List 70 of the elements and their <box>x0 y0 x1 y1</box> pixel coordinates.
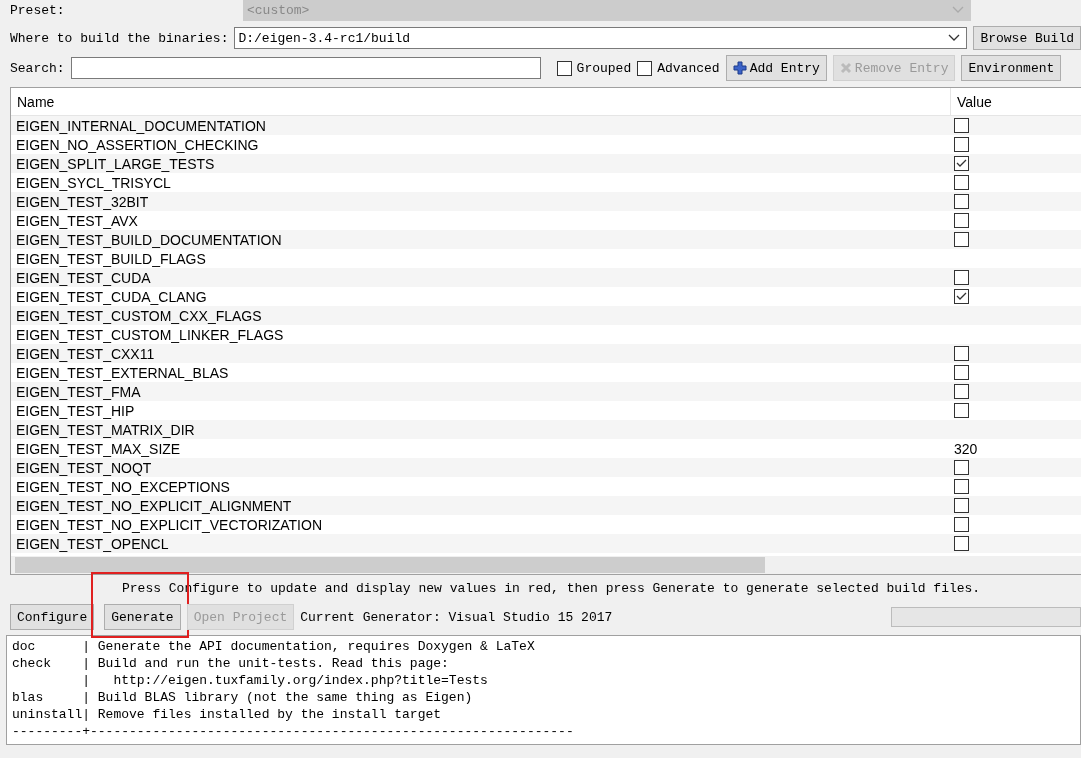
build-dir-label: Where to build the binaries: <box>10 30 229 46</box>
checkbox[interactable] <box>954 346 969 361</box>
plus-icon <box>732 61 747 75</box>
log-line: | http://eigen.tuxfamily.org/index.php?title=Tests <box>81 672 489 689</box>
action-button[interactable]: Configure <box>10 604 95 630</box>
search-label: Search: <box>10 60 65 76</box>
entry-name: EIGEN_TEST_MAX_SIZE <box>16 440 181 457</box>
entry-name: EIGEN_TEST_OPENCL <box>16 535 169 552</box>
checkbox[interactable] <box>954 498 969 513</box>
column-header[interactable]: Value <box>951 88 1071 115</box>
entry-name: EIGEN_TEST_CXX11 <box>16 345 155 362</box>
checkbox[interactable] <box>954 365 969 380</box>
checkbox[interactable] <box>954 479 969 494</box>
checkbox[interactable] <box>954 384 969 399</box>
log-line: ---------+-------------------------------------------------------------- <box>12 723 575 740</box>
checkbox[interactable] <box>954 517 969 532</box>
entry-name: EIGEN_TEST_MATRIX_DIR <box>16 421 195 438</box>
checkbox[interactable] <box>954 156 969 171</box>
column-header[interactable]: Name <box>11 88 951 115</box>
checkbox-label: Grouped <box>576 60 632 76</box>
checkbox[interactable] <box>954 194 969 209</box>
entry-name: EIGEN_TEST_CUDA <box>16 269 151 286</box>
entry-name: EIGEN_SYCL_TRISYCL <box>16 174 171 191</box>
checkbox[interactable] <box>954 213 969 228</box>
entry-name: EIGEN_TEST_EXTERNAL_BLAS <box>16 364 229 381</box>
entry-name: EIGEN_TEST_NO_EXPLICIT_ALIGNMENT <box>16 497 292 514</box>
entry-name: EIGEN_TEST_AVX <box>16 212 138 229</box>
checkbox[interactable] <box>954 175 969 190</box>
action-button[interactable]: Generate <box>104 604 181 630</box>
search-field[interactable] <box>70 57 541 79</box>
entry-name: EIGEN_TEST_CUDA_CLANG <box>16 288 207 305</box>
close-icon <box>839 62 852 74</box>
checkbox[interactable] <box>954 232 969 247</box>
generator-label: Current Generator: Visual Studio 15 2017 <box>300 609 613 625</box>
horizontal-scrollbar[interactable] <box>11 556 1081 574</box>
entry-name: EIGEN_TEST_BUILD_FLAGS <box>16 250 206 267</box>
checkbox-label: Advanced <box>657 60 720 76</box>
entry-name: EIGEN_TEST_CUSTOM_LINKER_FLAGS <box>16 326 284 343</box>
entry-name: EIGEN_TEST_FMA <box>16 383 141 400</box>
preset-label: Preset: <box>10 2 66 18</box>
checkbox[interactable] <box>954 118 969 133</box>
entry-name: EIGEN_INTERNAL_DOCUMENTATION <box>16 117 266 134</box>
log-line: blas | Build BLAS library (not the same thing as Eigen) <box>12 689 474 706</box>
entry-name: EIGEN_TEST_BUILD_DOCUMENTATION <box>16 231 282 248</box>
checkbox[interactable] <box>954 137 969 152</box>
entry-name: EIGEN_TEST_HIP <box>16 402 135 419</box>
checkbox[interactable] <box>954 270 969 285</box>
entry-value: 320 <box>954 440 978 457</box>
entry-name: EIGEN_TEST_NO_EXCEPTIONS <box>16 478 230 495</box>
checkbox[interactable] <box>954 460 969 475</box>
build-dir-combobox[interactable]: D:/eigen-3.4-rc1/build <box>234 27 968 49</box>
caret-icon <box>948 34 961 42</box>
entry-name: EIGEN_TEST_CUSTOM_CXX_FLAGS <box>16 307 262 324</box>
checkbox[interactable] <box>954 403 969 418</box>
checkbox[interactable] <box>954 289 969 304</box>
checkbox[interactable] <box>637 60 653 76</box>
entry-name: EIGEN_NO_ASSERTION_CHECKING <box>16 136 259 153</box>
log-line: check | Build and run the unit-tests. Read this page: <box>12 655 450 672</box>
log-line: uninstall| Remove files installed by the install target <box>12 706 443 723</box>
toolbar-button[interactable]: Add Entry <box>725 55 827 81</box>
entry-name: EIGEN_TEST_NOQT <box>16 459 152 476</box>
checkbox[interactable] <box>954 536 969 551</box>
caret-icon <box>952 6 964 14</box>
browse-button[interactable]: Browse Build <box>973 26 1081 50</box>
checkbox[interactable] <box>556 60 572 76</box>
entry-name: EIGEN_TEST_NO_EXPLICIT_VECTORIZATION <box>16 516 322 533</box>
entry-name: EIGEN_SPLIT_LARGE_TESTS <box>16 155 215 172</box>
entry-name: EIGEN_TEST_32BIT <box>16 193 149 210</box>
log-line: doc | Generate the API documentation, requires Doxygen & LaTeX <box>12 638 536 655</box>
toolbar-button[interactable]: Environment <box>961 55 1062 81</box>
